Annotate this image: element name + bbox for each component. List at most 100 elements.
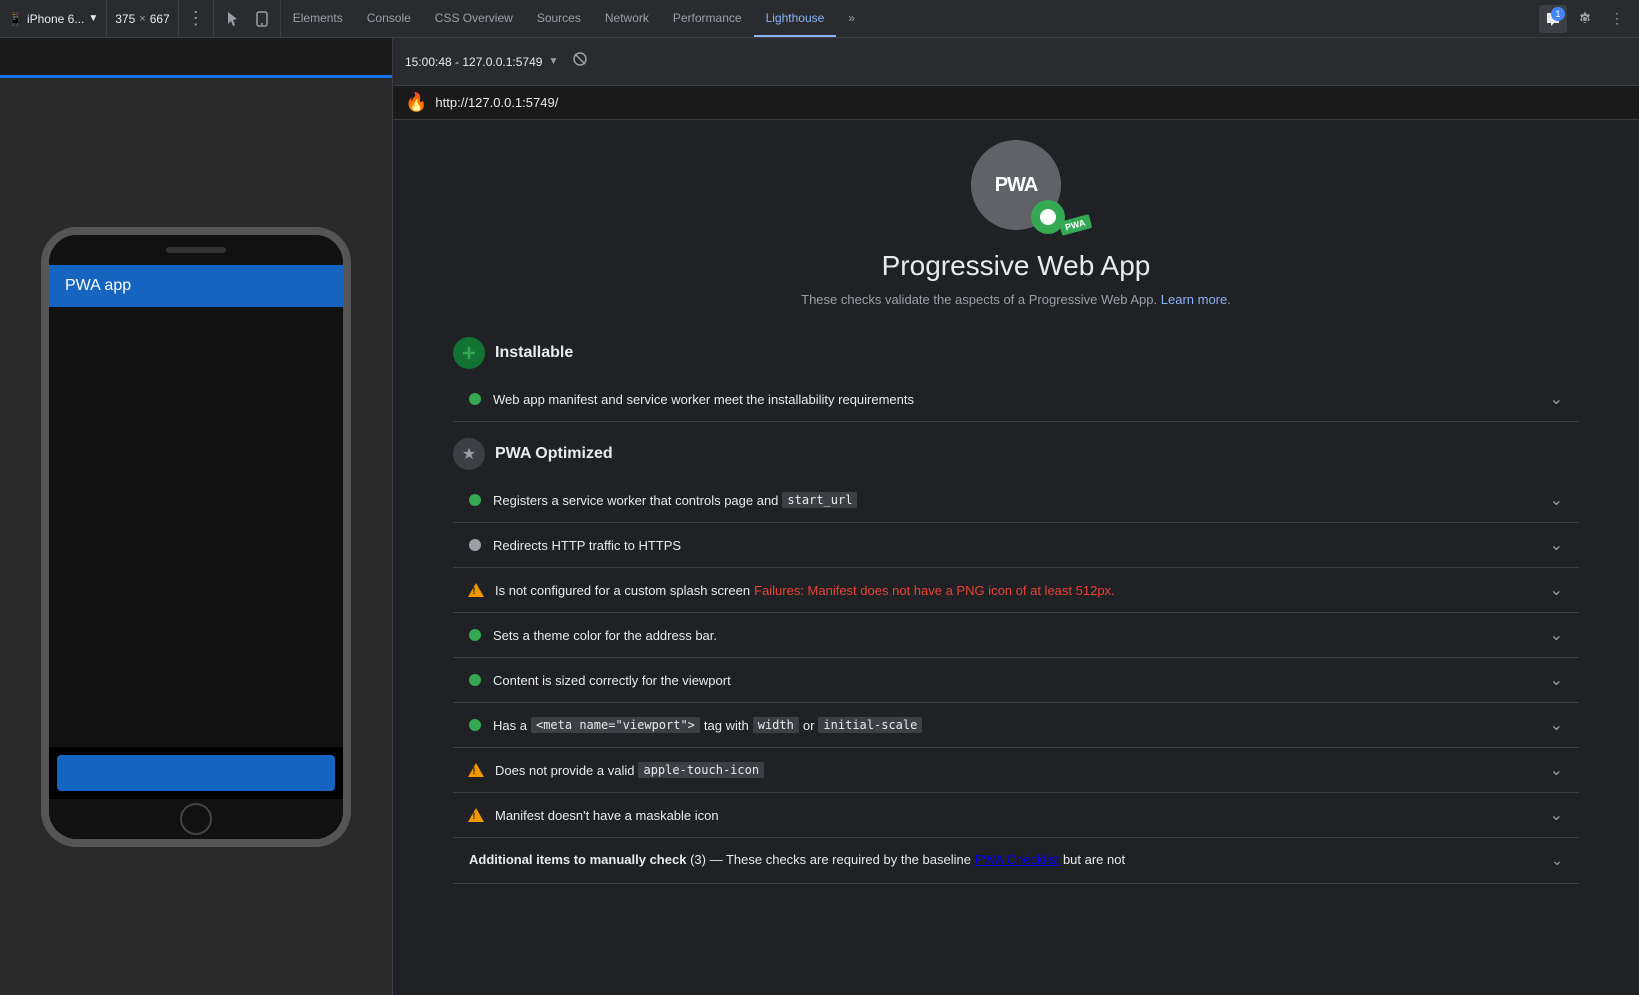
audit-text-apple: Does not provide a valid apple-touch-ico… (495, 762, 1538, 778)
tab-lighthouse[interactable]: Lighthouse (754, 0, 837, 37)
pwa-optimized-section-header: ★ PWA Optimized (453, 438, 1579, 470)
additional-text: Additional items to manually check (3) —… (469, 852, 1539, 867)
warning-triangle-maskable (468, 808, 484, 822)
time-dropdown-icon[interactable]: ▼ (548, 56, 558, 67)
page-subtitle: These checks validate the aspects of a P… (453, 292, 1579, 307)
audit-chevron-redirects[interactable]: ⌄ (1550, 535, 1563, 555)
installable-section-header: Installable (453, 337, 1579, 369)
phone-home-btn[interactable] (49, 799, 343, 839)
height-value[interactable]: 667 (150, 12, 170, 26)
audit-row-redirects[interactable]: Redirects HTTP traffic to HTTPS ⌄ (453, 523, 1579, 568)
tab-more[interactable]: » (836, 0, 867, 37)
audit-text-splash: Is not configured for a custom splash sc… (495, 583, 1538, 598)
audit-row-service-worker[interactable]: Registers a service worker that controls… (453, 478, 1579, 523)
audit-failure-splash: Failures: Manifest does not have a PNG i… (754, 583, 1115, 598)
lh-content: PWA PWA Progressive Web App These checks… (393, 120, 1639, 995)
url-text: http://127.0.0.1:5749/ (435, 95, 558, 110)
phone-speaker (166, 247, 226, 253)
audit-warning-icon-splash (469, 583, 483, 597)
phone-bottom-bar (57, 755, 335, 791)
tab-sources[interactable]: Sources (525, 0, 593, 37)
phone-frame: PWA app (41, 227, 351, 847)
audit-code-start-url: start_url (782, 492, 857, 508)
audit-dot-sw (469, 494, 481, 506)
lh-url-time: 15:00:48 - 127.0.0.1:5749 ▼ (405, 55, 558, 69)
audit-chevron-apple[interactable]: ⌄ (1550, 760, 1563, 780)
audit-code-apple-touch: apple-touch-icon (638, 762, 764, 778)
lh-url-bar: 15:00:48 - 127.0.0.1:5749 ▼ (393, 38, 1639, 86)
audit-warning-icon-apple (469, 763, 483, 777)
audit-dot-viewport (469, 719, 481, 731)
pwa-logo-container: PWA PWA (971, 140, 1061, 230)
cursor-icon-btn[interactable] (218, 5, 246, 33)
audit-dot-green (469, 393, 481, 405)
additional-section[interactable]: Additional items to manually check (3) —… (453, 838, 1579, 884)
audit-chevron-splash[interactable]: ⌄ (1550, 580, 1563, 600)
audit-text-maskable: Manifest doesn't have a maskable icon (495, 808, 1538, 823)
tab-network[interactable]: Network (593, 0, 661, 37)
toolbar-more-options[interactable]: ⋮ (179, 0, 214, 37)
more-options-btn[interactable]: ⋮ (1603, 5, 1631, 33)
audit-code-initial-scale: initial-scale (818, 717, 922, 733)
toolbar-right-icons: 1 ⋮ (1531, 5, 1639, 33)
audit-text-redirects: Redirects HTTP traffic to HTTPS (493, 538, 1538, 553)
main-area: PWA app 15:00:48 - 127.0.0.1:5749 ▼ (0, 38, 1639, 995)
audit-dot-content (469, 674, 481, 686)
audit-row-viewport[interactable]: Has a <meta name="viewport"> tag with wi… (453, 703, 1579, 748)
additional-chevron[interactable]: ⌄ (1551, 852, 1563, 869)
phone-app-title: PWA app (65, 277, 131, 294)
audit-code-meta-viewport: <meta name="viewport"> (531, 717, 700, 733)
device-label: iPhone 6... (27, 12, 84, 26)
audit-chevron-content[interactable]: ⌄ (1550, 670, 1563, 690)
nav-tabs: Elements Console CSS Overview Sources Ne… (281, 0, 1531, 37)
audit-text-manifest: Web app manifest and service worker meet… (493, 392, 1538, 407)
width-value[interactable]: 375 (115, 12, 135, 26)
tab-elements[interactable]: Elements (281, 0, 355, 37)
warning-triangle-splash (468, 583, 484, 597)
url-display-bar: 🔥 http://127.0.0.1:5749/ (393, 86, 1639, 120)
audit-chevron-maskable[interactable]: ⌄ (1550, 805, 1563, 825)
audit-row-theme[interactable]: Sets a theme color for the address bar. … (453, 613, 1579, 658)
tab-console[interactable]: Console (355, 0, 423, 37)
pwa-checklist-link[interactable]: PWA Checklist (975, 852, 1060, 867)
pwa-optimized-icon: ★ (453, 438, 485, 470)
device-selector[interactable]: 📱 iPhone 6... ▼ (0, 0, 107, 37)
audit-chevron-viewport[interactable]: ⌄ (1550, 715, 1563, 735)
settings-icon-btn[interactable] (1571, 5, 1599, 33)
audit-code-width: width (753, 717, 799, 733)
phone-notch (49, 235, 343, 265)
audit-row-splash[interactable]: Is not configured for a custom splash sc… (453, 568, 1579, 613)
toolbar: 📱 iPhone 6... ▼ 375 × 667 ⋮ Elements Con… (0, 0, 1639, 38)
chat-icon-btn[interactable]: 1 (1539, 5, 1567, 33)
audit-chevron-theme[interactable]: ⌄ (1550, 625, 1563, 645)
installable-icon (453, 337, 485, 369)
lighthouse-panel: 15:00:48 - 127.0.0.1:5749 ▼ 🔥 http://127… (393, 38, 1639, 995)
audit-chevron-sw[interactable]: ⌄ (1550, 490, 1563, 510)
no-throttle-icon[interactable] (572, 51, 588, 72)
device-toggle-icon-btn[interactable] (248, 5, 276, 33)
audit-dot-redirects (469, 539, 481, 551)
phone-icon: 📱 (8, 12, 23, 26)
device-dropdown-icon[interactable]: ▼ (88, 13, 98, 24)
audit-row-content-width[interactable]: Content is sized correctly for the viewp… (453, 658, 1579, 703)
tab-performance[interactable]: Performance (661, 0, 754, 37)
chat-badge: 1 (1551, 7, 1565, 21)
pwa-optimized-title: PWA Optimized (495, 445, 613, 463)
audit-chevron[interactable]: ⌄ (1550, 389, 1563, 409)
device-panel: PWA app (0, 38, 393, 995)
phone-screen: PWA app (49, 265, 343, 799)
phone-home-circle (180, 803, 212, 835)
pwa-logo-area: PWA PWA (453, 140, 1579, 230)
audit-dot-theme (469, 629, 481, 641)
dimension-separator: × (139, 13, 145, 25)
device-url-bar (0, 38, 392, 78)
time-label: 15:00:48 - 127.0.0.1:5749 (405, 55, 542, 69)
additional-dash: — (710, 852, 723, 867)
learn-more-link[interactable]: Learn more (1161, 292, 1227, 307)
tab-css-overview[interactable]: CSS Overview (423, 0, 525, 37)
audit-row-apple-icon[interactable]: Does not provide a valid apple-touch-ico… (453, 748, 1579, 793)
audit-text-sw: Registers a service worker that controls… (493, 492, 1538, 508)
audit-row-manifest[interactable]: Web app manifest and service worker meet… (453, 377, 1579, 422)
pwa-logo-text: PWA (995, 174, 1038, 197)
audit-row-maskable[interactable]: Manifest doesn't have a maskable icon ⌄ (453, 793, 1579, 838)
